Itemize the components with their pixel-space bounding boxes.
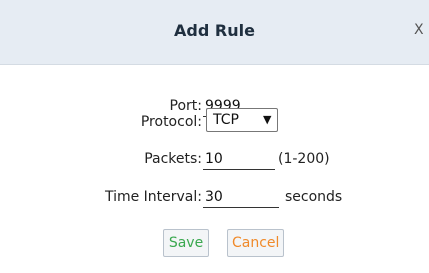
cancel-button[interactable]: Cancel: [227, 229, 284, 257]
time-interval-label: Time Interval:: [104, 189, 202, 205]
chevron-down-icon: ▼: [263, 113, 272, 126]
dialog-titlebar: Add Rule X: [0, 0, 429, 65]
packets-label: Packets:: [144, 151, 202, 167]
protocol-select[interactable]: TCP ▼: [206, 108, 278, 132]
protocol-selected-value: TCP: [213, 112, 239, 128]
protocol-label: Protocol:: [140, 114, 202, 130]
packets-range-hint: (1-200): [278, 151, 330, 167]
time-interval-unit: seconds: [285, 189, 343, 205]
add-rule-dialog: Add Rule X Port: Protocol: TCP ▼ Packets…: [0, 0, 429, 273]
save-button[interactable]: Save: [163, 229, 209, 257]
packets-input[interactable]: [203, 149, 275, 170]
close-button[interactable]: X: [414, 22, 424, 38]
time-interval-row: Time Interval: seconds: [0, 183, 429, 211]
dialog-title: Add Rule: [174, 21, 255, 40]
time-interval-input[interactable]: [203, 187, 279, 208]
packets-row: Packets: (1-200): [0, 145, 429, 173]
protocol-row: Protocol: TCP ▼: [0, 107, 429, 137]
